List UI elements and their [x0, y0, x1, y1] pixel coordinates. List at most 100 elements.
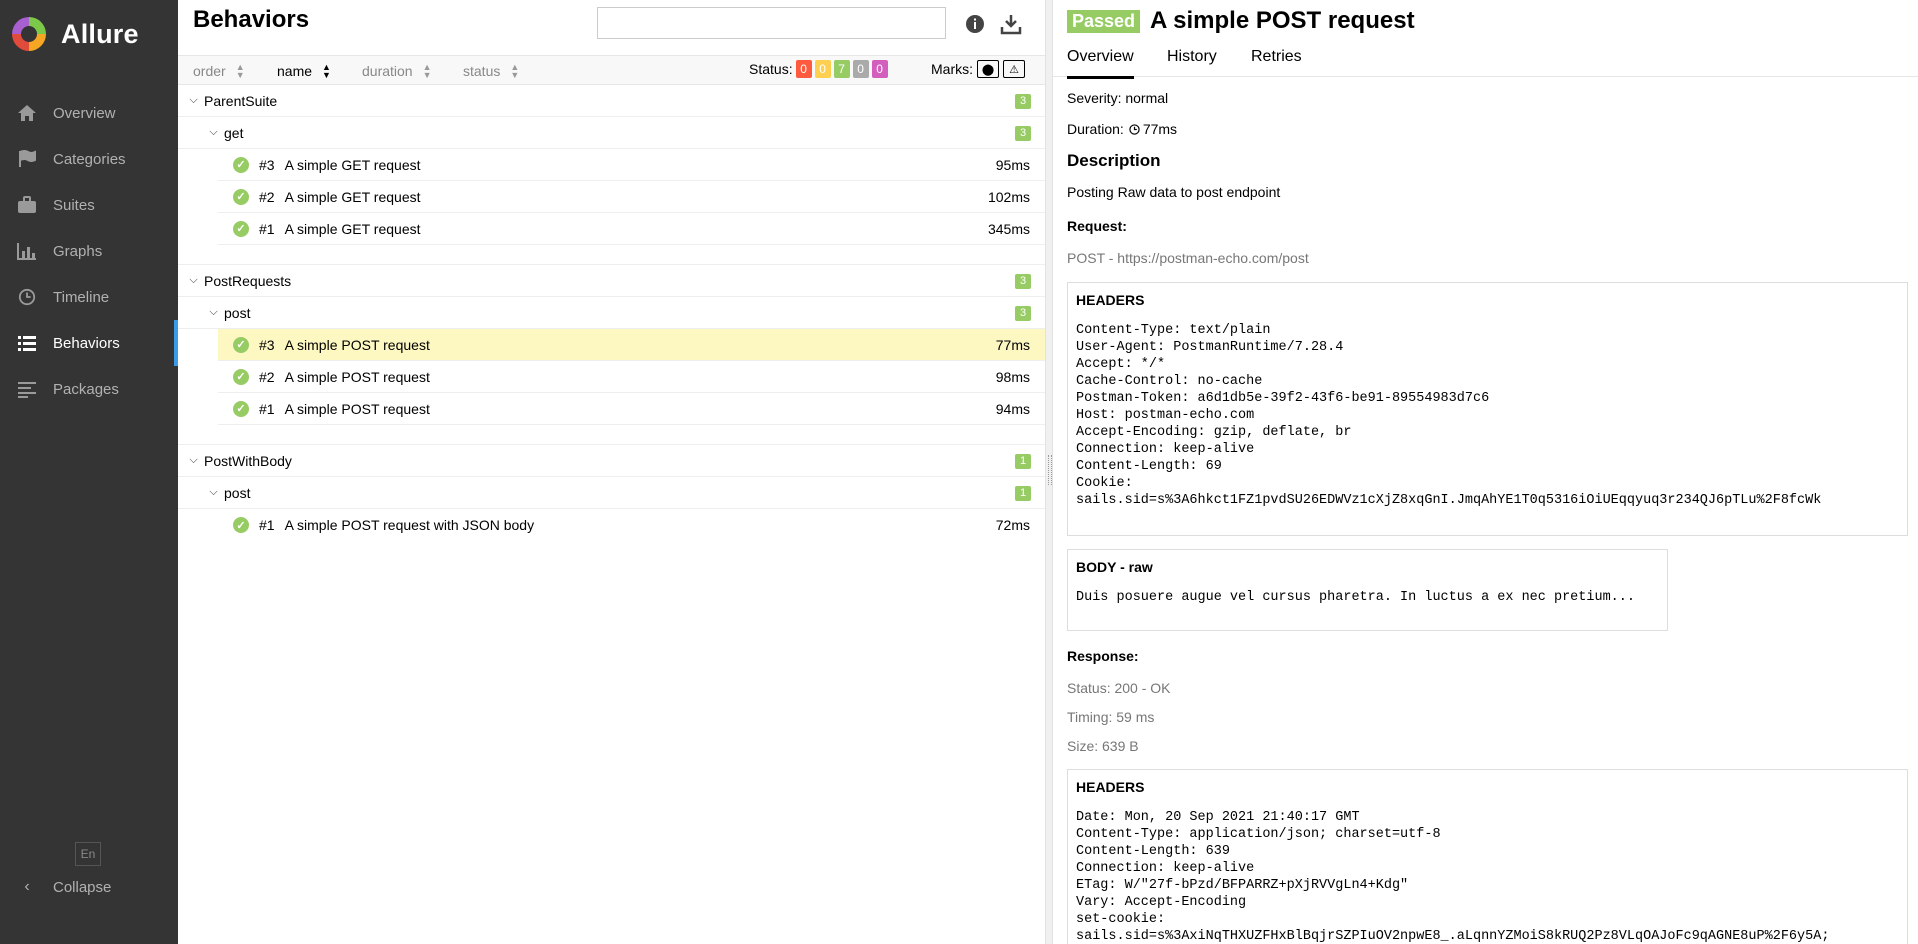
bar-chart-icon	[16, 241, 38, 261]
chevron-down-icon: ⌵	[209, 306, 218, 318]
page-title: Behaviors	[193, 6, 310, 33]
chevron-down-icon: ⌵	[189, 94, 198, 106]
request-line: POST - https://postman-echo.com/post	[1067, 250, 1309, 266]
tree-group[interactable]: ⌵ PostWithBody 1	[178, 445, 1045, 477]
request-headers-text: Content-Type: text/plain User-Agent: Pos…	[1076, 323, 1822, 508]
test-title-text: A simple POST request	[1150, 7, 1415, 34]
language-switch[interactable]: En	[75, 842, 101, 866]
duration-row: Duration: 77ms	[1067, 121, 1177, 137]
behaviors-tree: ⌵ ParentSuite 3 ⌵ get 3 ✓ #3 A simple GE…	[178, 85, 1045, 541]
sort-order[interactable]: order ▲ ▼	[193, 63, 245, 80]
chevron-down-icon: ⌵	[189, 454, 198, 466]
passed-check-icon: ✓	[233, 400, 249, 417]
app-name: Allure	[61, 18, 139, 49]
subgroup-name: post	[224, 304, 251, 321]
tree-subgroup[interactable]: ⌵ get 3	[178, 117, 1045, 149]
align-left-icon	[16, 379, 38, 399]
tab-history[interactable]: History	[1167, 48, 1217, 66]
sidebar-item-label: Timeline	[53, 288, 110, 306]
tree-group[interactable]: ⌵ ParentSuite 3	[178, 85, 1045, 117]
description-text: Posting Raw data to post endpoint	[1067, 184, 1281, 200]
response-headers-caption: HEADERS	[1076, 779, 1145, 795]
sort-status[interactable]: status ▲ ▼	[463, 62, 520, 80]
response-headers-box: HEADERS Date: Mon, 20 Sep 2021 21:40:17 …	[1067, 769, 1908, 944]
response-timing: Timing: 59 ms	[1067, 709, 1155, 725]
tree-subgroup[interactable]: ⌵ post 1	[178, 477, 1045, 509]
sort-label: name	[277, 63, 313, 79]
sidebar-item-label: Graphs	[53, 242, 103, 260]
chevron-down-icon: ⌵	[189, 274, 198, 286]
test-duration: 98ms	[995, 369, 1030, 385]
sort-name[interactable]: name ▲ ▼	[277, 62, 331, 80]
subgroup-count-badge: 3	[1015, 306, 1031, 321]
sidebar-item-label: Suites	[53, 196, 95, 214]
download-icon[interactable]	[1000, 13, 1022, 35]
search-input[interactable]	[597, 7, 946, 39]
flaky-mark-icon[interactable]: ⬤	[977, 60, 999, 78]
sidebar-item-graphs[interactable]: Graphs	[0, 228, 178, 274]
test-row-selected[interactable]: ✓ #3 A simple POST request 77ms	[218, 329, 1045, 361]
pane-resize-handle[interactable]	[1045, 0, 1053, 944]
tab-overview[interactable]: Overview	[1067, 48, 1134, 79]
status-broken-toggle[interactable]: 0	[814, 60, 831, 78]
test-row[interactable]: ✓ #1 A simple GET request 345ms	[218, 213, 1045, 245]
test-order: #1	[259, 220, 275, 237]
tree-subgroup[interactable]: ⌵ post 3	[178, 297, 1045, 329]
sort-arrows-icon: ▲ ▼	[322, 62, 331, 80]
sidebar-nav: Overview Categories Suites Graphs Timeli…	[0, 90, 178, 412]
chevron-down-icon: ⌵	[209, 486, 218, 498]
sidebar-item-overview[interactable]: Overview	[0, 90, 178, 136]
passed-check-icon: ✓	[233, 188, 249, 205]
test-duration: 345ms	[987, 221, 1030, 237]
subgroup-count-badge: 3	[1015, 126, 1031, 141]
briefcase-icon	[16, 195, 38, 215]
sidebar-item-behaviors[interactable]: Behaviors	[0, 320, 178, 366]
warning-mark-icon[interactable]: ⚠	[1003, 60, 1025, 78]
test-row[interactable]: ✓ #2 A simple POST request 98ms	[218, 361, 1045, 393]
status-skipped-toggle[interactable]: 0	[852, 60, 869, 78]
passed-check-icon: ✓	[233, 336, 249, 353]
status-passed-toggle[interactable]: 7	[833, 60, 850, 78]
test-order: #1	[259, 517, 275, 533]
test-duration: 94ms	[995, 401, 1030, 417]
test-order: #2	[259, 368, 275, 385]
status-failed-toggle[interactable]: 0	[795, 60, 812, 78]
group-count-badge: 3	[1015, 94, 1031, 109]
test-row[interactable]: ✓ #3 A simple GET request 95ms	[218, 149, 1045, 181]
severity-text: Severity: normal	[1067, 90, 1169, 106]
marks-filter: Marks: ⬤ ⚠	[931, 60, 1025, 78]
test-order: #3	[259, 336, 275, 353]
response-size: Size: 639 B	[1067, 738, 1139, 754]
sort-arrows-icon: ▲ ▼	[422, 62, 432, 80]
test-row[interactable]: ✓ #1 A simple POST request with JSON bod…	[218, 509, 1045, 541]
sidebar-item-suites[interactable]: Suites	[0, 182, 178, 228]
passed-check-icon: ✓	[233, 517, 249, 533]
chevron-left-icon: ‹	[24, 878, 30, 895]
detail-tabs: Overview History Retries	[1053, 44, 1918, 79]
sidebar-item-packages[interactable]: Packages	[0, 366, 178, 412]
sort-arrows-icon: ▲ ▼	[510, 62, 520, 80]
collapse-button[interactable]: ‹ Collapse	[16, 878, 111, 896]
test-name: A simple POST request with JSON body	[284, 517, 535, 533]
tree-group[interactable]: ⌵ PostRequests 3	[178, 265, 1045, 297]
sort-label: order	[193, 63, 226, 79]
response-heading: Response:	[1067, 648, 1139, 664]
collapse-label: Collapse	[53, 878, 112, 896]
sidebar-item-categories[interactable]: Categories	[0, 136, 178, 182]
test-detail-panel: Passed A simple POST request Overview Hi…	[1053, 0, 1918, 944]
test-row[interactable]: ✓ #1 A simple POST request 94ms	[218, 393, 1045, 425]
duration-value: 77ms	[1142, 121, 1178, 137]
response-status: Status: 200 - OK	[1067, 680, 1171, 696]
test-name: A simple GET request	[284, 188, 421, 205]
info-icon[interactable]	[964, 13, 986, 35]
clock-icon	[16, 287, 38, 307]
sort-duration[interactable]: duration ▲ ▼	[362, 62, 432, 80]
tab-retries[interactable]: Retries	[1251, 48, 1302, 66]
status-unknown-toggle[interactable]: 0	[871, 60, 888, 78]
test-row[interactable]: ✓ #2 A simple GET request 102ms	[218, 181, 1045, 213]
request-heading: Request:	[1067, 218, 1127, 234]
status-filter: Status: 0 0 7 0 0	[749, 60, 888, 78]
chevron-down-icon: ⌵	[209, 126, 218, 138]
sidebar-item-timeline[interactable]: Timeline	[0, 274, 178, 320]
brand[interactable]: Allure	[0, 0, 178, 68]
